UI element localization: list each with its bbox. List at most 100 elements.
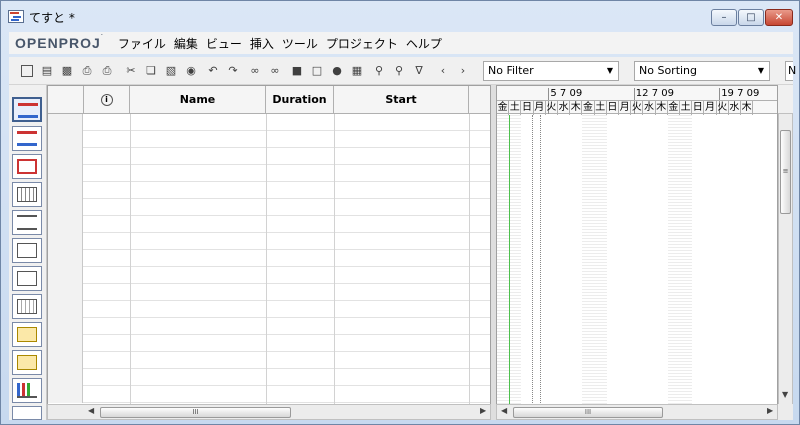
row-header-cell[interactable] bbox=[48, 386, 83, 403]
scrollbar-thumb[interactable]: ≡ bbox=[780, 130, 791, 214]
scroll-right-arrow-icon[interactable]: ▶ bbox=[480, 406, 486, 415]
table-row[interactable] bbox=[48, 284, 490, 301]
task-info-icon[interactable]: ■ bbox=[291, 65, 303, 77]
scroll-down-arrow-icon[interactable]: ▼ bbox=[782, 390, 788, 399]
notes-icon[interactable]: □ bbox=[311, 65, 323, 77]
table-row[interactable] bbox=[48, 233, 490, 250]
scroll-left-arrow-icon[interactable]: ◀ bbox=[501, 406, 507, 415]
row-header-cell[interactable] bbox=[48, 250, 83, 267]
table-row[interactable] bbox=[48, 165, 490, 182]
table-row[interactable] bbox=[48, 335, 490, 352]
table-row[interactable] bbox=[48, 352, 490, 369]
table-row[interactable] bbox=[48, 199, 490, 216]
menu-project[interactable]: プロジェクト bbox=[322, 35, 402, 52]
find-icon[interactable]: ◉ bbox=[185, 65, 197, 77]
column-start[interactable]: Start bbox=[334, 86, 469, 114]
row-header-cell[interactable] bbox=[48, 369, 83, 386]
table-row[interactable] bbox=[48, 250, 490, 267]
row-header-cell[interactable] bbox=[48, 114, 83, 131]
scroll-left-icon[interactable]: ‹ bbox=[437, 65, 449, 77]
close-button[interactable]: ✕ bbox=[765, 9, 793, 26]
table-horizontal-scrollbar[interactable]: ◀ III ▶ bbox=[47, 404, 491, 420]
table-row[interactable] bbox=[48, 267, 490, 284]
day-label: 日 bbox=[692, 101, 705, 115]
column-indicators[interactable]: i bbox=[84, 86, 130, 114]
column-row-number[interactable] bbox=[48, 86, 84, 114]
sorting-select[interactable]: No Sorting ▼ bbox=[634, 61, 770, 81]
rbs-view-button[interactable] bbox=[12, 238, 42, 263]
zoom-in-icon[interactable]: ⚲ bbox=[373, 65, 385, 77]
scrollbar-thumb[interactable]: III bbox=[100, 407, 291, 418]
table-row[interactable] bbox=[48, 369, 490, 386]
group-select[interactable]: N bbox=[785, 61, 796, 81]
calendar-icon[interactable]: ▦ bbox=[351, 65, 363, 77]
unlink-icon[interactable]: ∞ bbox=[269, 65, 281, 77]
row-header-cell[interactable] bbox=[48, 335, 83, 352]
zoom-out-icon[interactable]: ⚲ bbox=[393, 65, 405, 77]
gantt-vertical-scrollbar[interactable]: ≡ ▼ bbox=[778, 113, 793, 405]
menu-file[interactable]: ファイル bbox=[114, 35, 170, 52]
scrollbar-thumb[interactable]: III bbox=[513, 407, 663, 418]
wbs-view-button[interactable] bbox=[12, 210, 42, 235]
undo-icon[interactable]: ↶ bbox=[207, 65, 219, 77]
filter-select[interactable]: No Filter ▼ bbox=[483, 61, 619, 81]
column-next[interactable] bbox=[469, 86, 490, 114]
table-row[interactable] bbox=[48, 114, 490, 131]
tracking-gantt-button[interactable] bbox=[12, 126, 42, 151]
network-view-button[interactable] bbox=[12, 154, 42, 179]
table-row[interactable] bbox=[48, 318, 490, 335]
redo-icon[interactable]: ↷ bbox=[227, 65, 239, 77]
row-header-cell[interactable] bbox=[48, 165, 83, 182]
gantt-view-button[interactable] bbox=[12, 97, 42, 122]
menu-insert[interactable]: 挿入 bbox=[246, 35, 278, 52]
filter-icon[interactable]: ∇ bbox=[413, 65, 425, 77]
row-header-cell[interactable] bbox=[48, 216, 83, 233]
resources-view-button[interactable] bbox=[12, 182, 42, 207]
scroll-right-icon[interactable]: › bbox=[457, 65, 469, 77]
new-project-icon[interactable] bbox=[21, 65, 33, 77]
project-view-button[interactable] bbox=[12, 294, 42, 319]
row-header-cell[interactable] bbox=[48, 352, 83, 369]
minimize-button[interactable]: – bbox=[711, 9, 737, 26]
scroll-left-arrow-icon[interactable]: ◀ bbox=[88, 406, 94, 415]
row-header-cell[interactable] bbox=[48, 267, 83, 284]
scroll-right-arrow-icon[interactable]: ▶ bbox=[767, 406, 773, 415]
row-header-cell[interactable] bbox=[48, 148, 83, 165]
cut-icon[interactable]: ✂ bbox=[125, 65, 137, 77]
menu-tools[interactable]: ツール bbox=[278, 35, 322, 52]
menu-view[interactable]: ビュー bbox=[202, 35, 246, 52]
paste-icon[interactable]: ▧ bbox=[165, 65, 177, 77]
table-row[interactable] bbox=[48, 182, 490, 199]
save-icon[interactable]: ▩ bbox=[61, 65, 73, 77]
row-header-cell[interactable] bbox=[48, 301, 83, 318]
copy-icon[interactable]: ❏ bbox=[145, 65, 157, 77]
open-icon[interactable]: ▤ bbox=[41, 65, 53, 77]
row-header-cell[interactable] bbox=[48, 182, 83, 199]
table-row[interactable] bbox=[48, 216, 490, 233]
table-row[interactable] bbox=[48, 386, 490, 403]
row-header-cell[interactable] bbox=[48, 199, 83, 216]
row-header-cell[interactable] bbox=[48, 131, 83, 148]
menu-edit[interactable]: 編集 bbox=[170, 35, 202, 52]
table-row[interactable] bbox=[48, 301, 490, 318]
print-icon[interactable]: ⎙ bbox=[81, 65, 93, 77]
resource-usage-button[interactable] bbox=[12, 266, 42, 291]
menu-help[interactable]: ヘルプ bbox=[402, 35, 446, 52]
resource-icon[interactable]: ● bbox=[331, 65, 343, 77]
project-boundary-line bbox=[532, 115, 534, 404]
print-preview-icon[interactable]: ⎙ bbox=[101, 65, 113, 77]
table-row[interactable] bbox=[48, 131, 490, 148]
row-header-cell[interactable] bbox=[48, 318, 83, 335]
row-header-cell[interactable] bbox=[48, 233, 83, 250]
gantt-horizontal-scrollbar[interactable]: ◀ III ▶ bbox=[496, 404, 778, 420]
charts-view-button[interactable] bbox=[12, 406, 42, 420]
report-view-button[interactable] bbox=[12, 322, 42, 347]
task-usage-button[interactable] bbox=[12, 350, 42, 375]
column-name[interactable]: Name bbox=[130, 86, 266, 114]
row-header-cell[interactable] bbox=[48, 284, 83, 301]
column-duration[interactable]: Duration bbox=[266, 86, 334, 114]
link-icon[interactable]: ∞ bbox=[249, 65, 261, 77]
histogram-button[interactable] bbox=[12, 378, 42, 403]
maximize-button[interactable]: □ bbox=[738, 9, 764, 26]
table-row[interactable] bbox=[48, 148, 490, 165]
